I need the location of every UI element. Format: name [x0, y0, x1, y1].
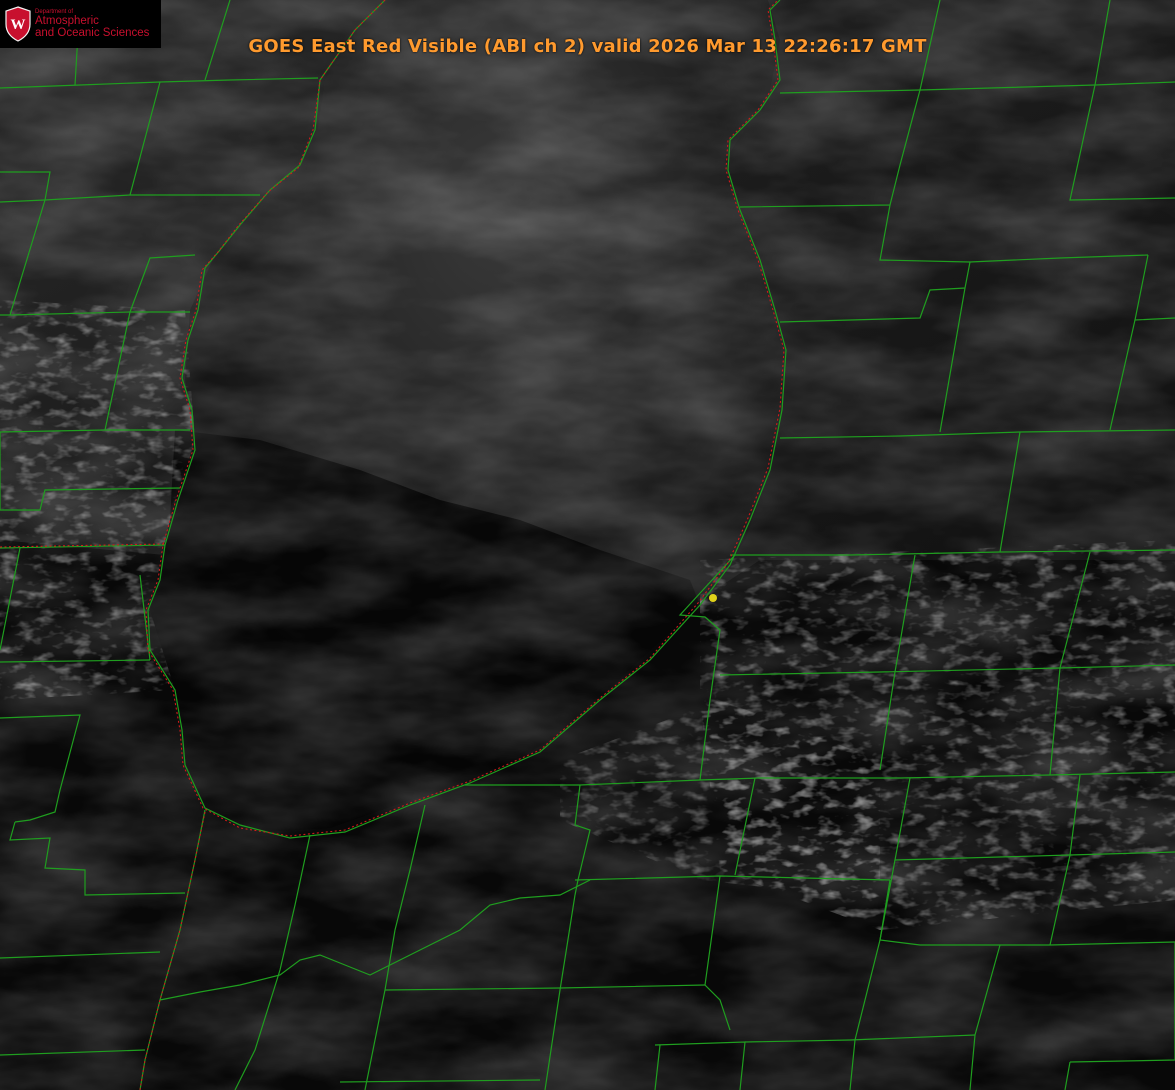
cloud-haze	[0, 0, 1175, 1090]
logo-text: Department of Atmospheric and Oceanic Sc…	[35, 9, 149, 40]
logo-dept-line: Department of	[35, 8, 74, 15]
satellite-map	[0, 0, 1175, 1090]
crest-letter: W	[11, 17, 26, 33]
image-title: GOES East Red Visible (ABI ch 2) valid 2…	[248, 36, 927, 57]
logo-line-1: Atmospheric	[35, 14, 99, 27]
satellite-viewer: W Department of Atmospheric and Oceanic …	[0, 0, 1175, 1090]
yellow-dot-icon	[709, 594, 717, 602]
